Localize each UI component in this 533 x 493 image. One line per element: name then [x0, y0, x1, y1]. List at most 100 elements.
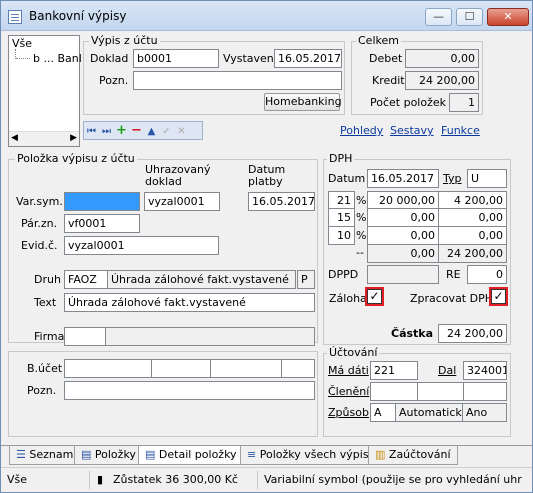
statement-group-title: Výpis z účtu: [89, 34, 160, 47]
evidc-label: Evid.č.: [21, 239, 58, 252]
cancel-icon[interactable]: ✕: [174, 123, 189, 140]
homebanking-button[interactable]: Homebanking: [264, 93, 342, 111]
tree-line: [16, 58, 30, 59]
scroll-left-icon[interactable]: ◀: [11, 133, 18, 143]
re-field[interactable]: 0: [467, 265, 507, 284]
castka-field[interactable]: 24 200,00: [438, 324, 507, 343]
cleneni-label: Členění: [328, 385, 370, 398]
zpusob-flag-field: Ano: [462, 403, 507, 422]
vystaven-field[interactable]: 16.05.2017: [274, 49, 342, 68]
debet-field: 0,00: [405, 49, 479, 68]
dal-field[interactable]: 324001: [463, 361, 507, 380]
firma-label: Firma: [34, 330, 65, 343]
tab-polozky-vsech-vypisu[interactable]: ≡ Položky všech výpisů: [240, 446, 383, 465]
zpusob-label: Způsob: [328, 406, 369, 419]
firma-name-field: [105, 327, 315, 346]
zpusob-code-field[interactable]: A: [370, 403, 396, 422]
bank-statements-window: Bankovní výpisy — ☐ ✕ Vše b ... Banl ◀ ▶…: [0, 0, 533, 493]
cleneni-field-1[interactable]: [370, 382, 418, 401]
vat-pct-total: --: [356, 246, 364, 259]
detail-icon: ▤: [145, 448, 156, 461]
tree-scrollbar[interactable]: ◀ ▶: [9, 131, 79, 146]
vat-rate-3[interactable]: 10: [328, 226, 355, 245]
statement-note-field[interactable]: [133, 71, 342, 90]
tab-bar: ☰ Seznam ▤ Položky ▤ Detail položky ≡ Po…: [1, 445, 532, 465]
druh-code-field[interactable]: FAOZ: [64, 270, 108, 289]
firma-code-field[interactable]: [64, 327, 106, 346]
evidc-field[interactable]: vyzal0001: [64, 236, 219, 255]
text-field[interactable]: Úhrada zálohové fakt.vystavené: [64, 293, 315, 312]
tab-detail-polozky-label: Detail položky: [158, 448, 237, 461]
vat-tax-2[interactable]: 0,00: [438, 208, 507, 227]
bucet-field-2[interactable]: [151, 359, 211, 378]
doklad-field[interactable]: b0001: [133, 49, 219, 68]
druh-flag-field: P: [297, 270, 315, 289]
bucet-field-3[interactable]: [210, 359, 282, 378]
edit-record-icon[interactable]: ▲: [144, 123, 159, 140]
tree-item-bank[interactable]: b ... Banl: [33, 52, 82, 65]
status-filter: Vše: [7, 473, 28, 486]
parzn-field[interactable]: vf0001: [64, 214, 140, 233]
title-bar[interactable]: Bankovní výpisy — ☐ ✕: [1, 1, 532, 31]
pocet-label: Počet položek: [370, 96, 447, 109]
status-balance: Zůstatek 36 300,00 Kč: [113, 473, 238, 486]
items-icon: ▤: [81, 448, 92, 461]
typ-field[interactable]: U: [467, 169, 507, 188]
last-record-icon[interactable]: ⏭: [99, 123, 114, 140]
vat-tax-total: 24 200,00: [438, 244, 507, 263]
uhrazovany-header: Uhrazovaný doklad: [145, 163, 211, 188]
datum-platby-field[interactable]: 16.05.2017: [248, 192, 315, 211]
pozn-label: Pozn.: [99, 74, 129, 87]
varsym-field[interactable]: [64, 192, 140, 211]
record-navigator: ⏮ ⏭ + − ▲ ✓ ✕: [83, 121, 203, 140]
statement-tree[interactable]: Vše b ... Banl ◀ ▶: [8, 35, 82, 147]
castka-label: Částka: [391, 327, 434, 340]
vat-base-3[interactable]: 0,00: [367, 226, 439, 245]
confirm-icon[interactable]: ✓: [159, 123, 174, 140]
scroll-right-icon[interactable]: ▶: [70, 133, 77, 143]
bucet-note-field[interactable]: [64, 381, 315, 400]
funkce-link[interactable]: Funkce: [441, 124, 480, 137]
close-button[interactable]: ✕: [487, 8, 529, 26]
status-separator: [257, 471, 258, 489]
madati-field[interactable]: 221: [370, 361, 418, 380]
text-label: Text: [34, 296, 57, 309]
cleneni-field-2[interactable]: [417, 382, 464, 401]
bucet-field-1[interactable]: [64, 359, 152, 378]
vat-tax-3[interactable]: 0,00: [438, 226, 507, 245]
tab-polozky-vsech-vypisu-label: Položky všech výpisů: [259, 448, 376, 461]
varsym-label: Var.sym.: [16, 195, 63, 208]
maximize-button[interactable]: ☐: [456, 8, 483, 26]
vat-rate-2[interactable]: 15: [328, 208, 355, 227]
druh-label: Druh: [34, 273, 61, 286]
cleneni-field-3[interactable]: [463, 382, 507, 401]
typ-label: Typ: [443, 172, 462, 185]
tab-polozky[interactable]: ▤ Položky: [74, 446, 143, 465]
vat-date-label: Datum: [328, 172, 365, 185]
tab-detail-polozky[interactable]: ▤ Detail položky: [138, 446, 244, 465]
minimize-button[interactable]: —: [425, 8, 452, 26]
debet-label: Debet: [369, 52, 403, 65]
vat-base-2[interactable]: 0,00: [367, 208, 439, 227]
sestavy-link[interactable]: Sestavy: [390, 124, 434, 137]
vystaven-label: Vystaven: [223, 52, 274, 65]
tab-zauctovani[interactable]: ▥ Zaúčtování: [368, 446, 458, 465]
add-record-icon[interactable]: +: [114, 122, 129, 139]
druh-text-field: Úhrada zálohové fakt.vystavené: [107, 270, 296, 289]
vat-base-total: 0,00: [367, 244, 439, 263]
tab-seznam[interactable]: ☰ Seznam: [9, 446, 81, 465]
list-icon: ☰: [16, 448, 26, 461]
zaloha-checkbox[interactable]: ✓: [365, 287, 384, 306]
bucet-field-4[interactable]: [281, 359, 315, 378]
dppd-label: DPPD: [328, 268, 359, 281]
dppd-field: [367, 265, 439, 284]
vat-pct-1: %: [356, 194, 367, 207]
zpracovat-checkbox[interactable]: ✓: [489, 287, 508, 306]
vat-date-field[interactable]: 16.05.2017: [367, 169, 439, 188]
madati-label: Má dáti: [328, 364, 369, 377]
accounting-icon: ▥: [375, 448, 386, 461]
uhrazovany-field[interactable]: vyzal0001: [144, 192, 220, 211]
first-record-icon[interactable]: ⏮: [84, 123, 99, 140]
delete-record-icon[interactable]: −: [129, 122, 144, 139]
pohledy-link[interactable]: Pohledy: [340, 124, 383, 137]
